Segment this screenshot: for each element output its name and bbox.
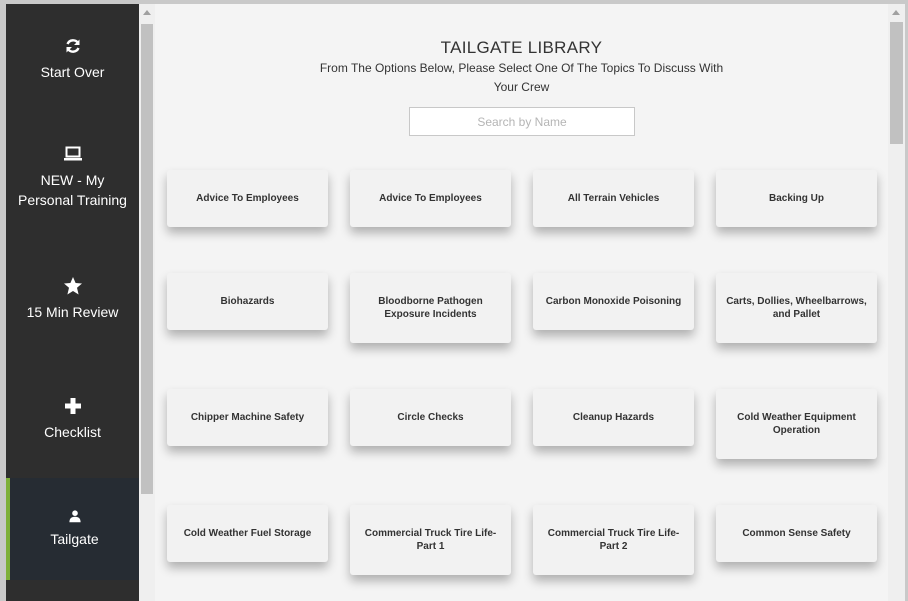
topic-card[interactable]: Biohazards [167, 273, 328, 330]
scrollbar-thumb[interactable] [141, 24, 153, 494]
sidebar-item-personal-training[interactable]: NEW - My Personal Training [6, 114, 139, 239]
app-frame: Start Over NEW - My Personal Training 15… [0, 0, 908, 601]
topic-card[interactable]: Circle Checks [350, 389, 511, 446]
sidebar-item-label: Checklist [44, 424, 101, 440]
page-title: TAILGATE LIBRARY [440, 38, 603, 57]
sidebar-item-label: Tailgate [50, 531, 99, 547]
topic-card[interactable]: Bloodborne Pathogen Exposure Incidents [350, 273, 511, 343]
topic-card[interactable]: All Terrain Vehicles [533, 170, 694, 227]
search-input[interactable] [409, 107, 635, 136]
topic-card[interactable]: Commercial Truck Tire Life- Part 2 [533, 505, 694, 575]
sidebar: Start Over NEW - My Personal Training 15… [6, 4, 139, 601]
user-icon [68, 510, 81, 523]
sidebar-item-15-min-review[interactable]: 15 Min Review [6, 239, 139, 359]
sidebar-item-label: Start Over [40, 64, 105, 80]
refresh-icon [65, 39, 80, 53]
topic-card[interactable]: Cleanup Hazards [533, 389, 694, 446]
topic-card[interactable]: Carts, Dollies, Wheelbarrows, and Pallet [716, 273, 877, 343]
topic-card[interactable]: Chipper Machine Safety [167, 389, 328, 446]
scroll-up-arrow-icon[interactable] [892, 10, 900, 15]
sidebar-scrollbar[interactable] [139, 4, 155, 601]
sidebar-item-label: NEW - My Personal Training [18, 171, 127, 208]
topic-card[interactable]: Commercial Truck Tire Life- Part 1 [350, 505, 511, 575]
scrollbar-thumb[interactable] [890, 22, 903, 144]
main-content: TAILGATE LIBRARY From The Options Below,… [155, 4, 888, 601]
topic-card[interactable]: Cold Weather Fuel Storage [167, 505, 328, 562]
topic-card[interactable]: Carbon Monoxide Poisoning [533, 273, 694, 330]
star-icon [63, 277, 82, 295]
topic-card[interactable]: Advice To Employees [350, 170, 511, 227]
topic-card[interactable]: Cold Weather Equipment Operation [716, 389, 877, 459]
scroll-up-arrow-icon[interactable] [143, 10, 151, 15]
main-scrollbar[interactable] [888, 4, 905, 601]
page-subtitle: From The Options Below, Please Select On… [319, 61, 724, 94]
plus-icon [64, 398, 81, 414]
topic-card[interactable]: Backing Up [716, 170, 877, 227]
sidebar-item-label: 15 Min Review [26, 304, 119, 320]
laptop-icon [63, 146, 82, 160]
topic-card[interactable]: Advice To Employees [167, 170, 328, 227]
topic-card[interactable]: Common Sense Safety [716, 505, 877, 562]
sidebar-item-tailgate[interactable]: Tailgate [6, 478, 139, 580]
sidebar-item-checklist[interactable]: Checklist [6, 359, 139, 479]
sidebar-item-start-over[interactable]: Start Over [6, 4, 139, 114]
